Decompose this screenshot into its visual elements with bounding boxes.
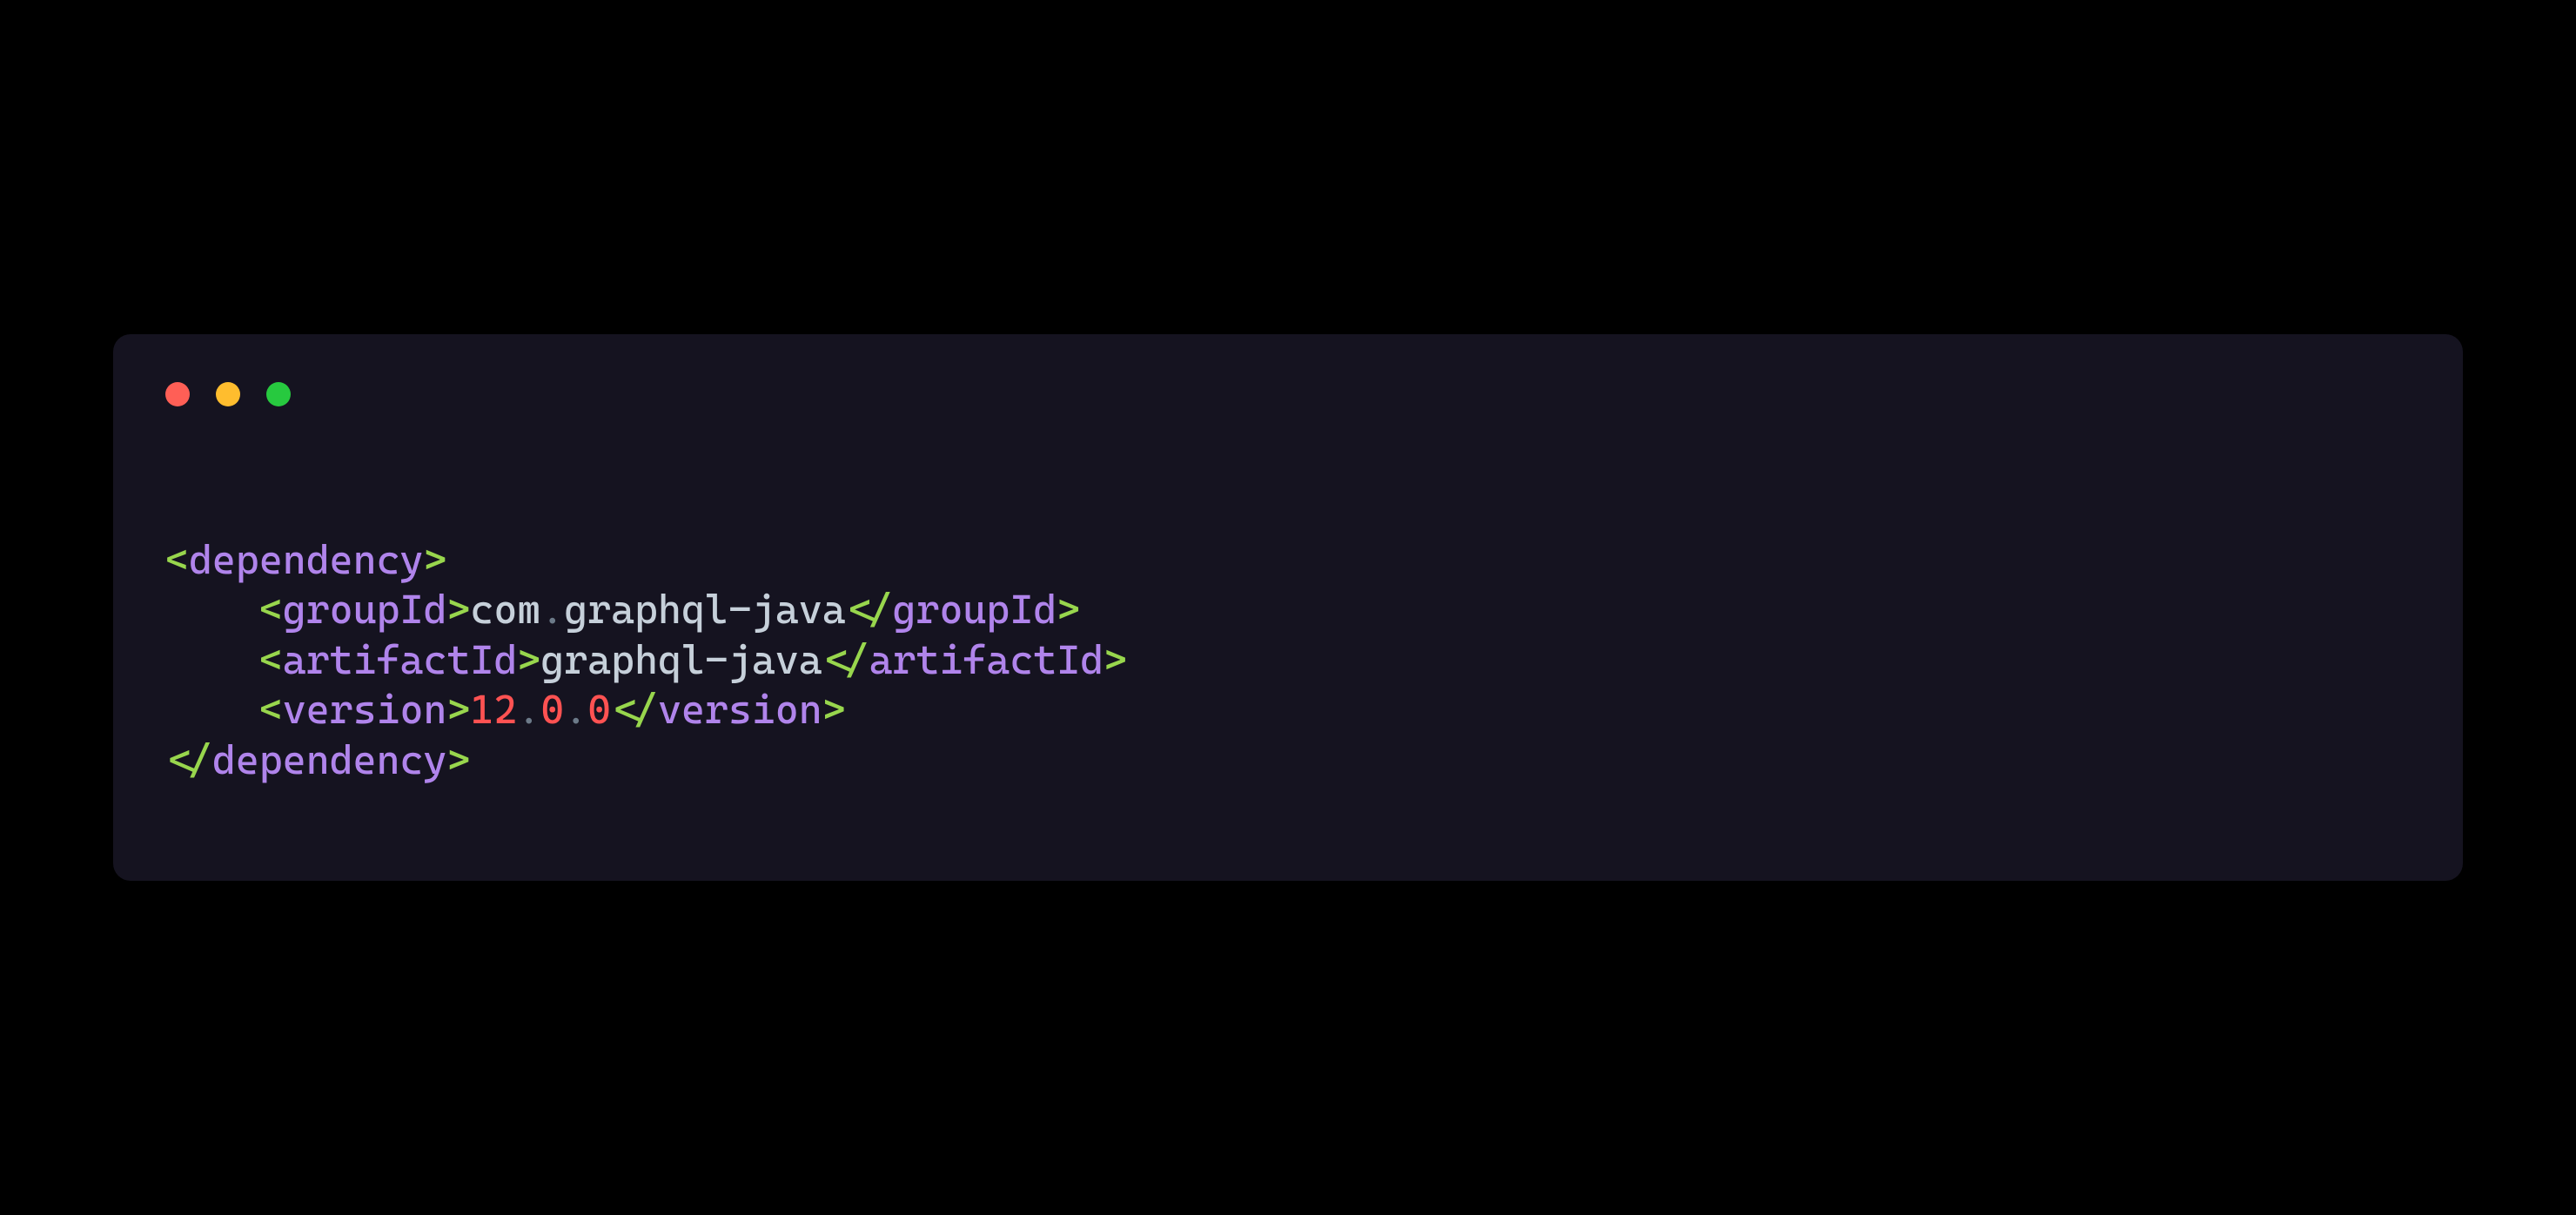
tag-dependency-close: dependency	[212, 736, 447, 783]
open-slash-bracket: </	[165, 736, 212, 783]
tag-groupid-open: groupId	[283, 586, 447, 633]
version-minor: 0	[540, 686, 564, 733]
open-slash-bracket: </	[611, 686, 658, 733]
version-patch: 0	[587, 686, 611, 733]
groupid-value-post: graphql-java	[564, 586, 845, 633]
open-bracket: <	[259, 686, 283, 733]
version-major: 12	[470, 686, 517, 733]
groupid-value-pre: com	[470, 586, 540, 633]
indent	[165, 585, 259, 635]
close-bracket: >	[423, 536, 446, 583]
window-titlebar	[165, 382, 2411, 406]
close-icon[interactable]	[165, 382, 190, 406]
version-dot2: .	[564, 686, 587, 733]
code-window: <dependency> <groupId>com.graphql-java</…	[113, 334, 2463, 881]
tag-dependency-open: dependency	[189, 536, 424, 583]
indent	[165, 685, 259, 735]
groupid-dot: .	[540, 586, 564, 633]
indent	[165, 635, 259, 686]
open-bracket: <	[165, 536, 189, 583]
close-bracket: >	[822, 686, 846, 733]
tag-artifactid-open: artifactId	[283, 636, 518, 683]
close-bracket: >	[446, 586, 470, 633]
zoom-icon[interactable]	[266, 382, 291, 406]
close-bracket: >	[1104, 636, 1127, 683]
open-slash-bracket: </	[822, 636, 869, 683]
line-1: <dependency>	[165, 536, 446, 583]
tag-groupid-close: groupId	[893, 586, 1057, 633]
open-bracket: <	[259, 586, 283, 633]
close-bracket: >	[1057, 586, 1080, 633]
close-bracket: >	[446, 686, 470, 733]
version-dot1: .	[517, 686, 540, 733]
code-block: <dependency> <groupId>com.graphql-java</…	[165, 485, 2411, 785]
minimize-icon[interactable]	[216, 382, 240, 406]
open-slash-bracket: </	[846, 586, 893, 633]
line-2: <groupId>com.graphql-java</groupId>	[165, 586, 1080, 633]
line-3: <artifactId>graphql-java</artifactId>	[165, 636, 1127, 683]
tag-version-open: version	[283, 686, 447, 733]
close-bracket: >	[446, 736, 470, 783]
tag-artifactid-close: artifactId	[869, 636, 1104, 683]
close-bracket: >	[517, 636, 540, 683]
open-bracket: <	[259, 636, 283, 683]
tag-version-close: version	[658, 686, 822, 733]
line-4: <version>12.0.0</version>	[165, 686, 846, 733]
artifactid-value: graphql-java	[540, 636, 822, 683]
line-5: </dependency>	[165, 736, 470, 783]
